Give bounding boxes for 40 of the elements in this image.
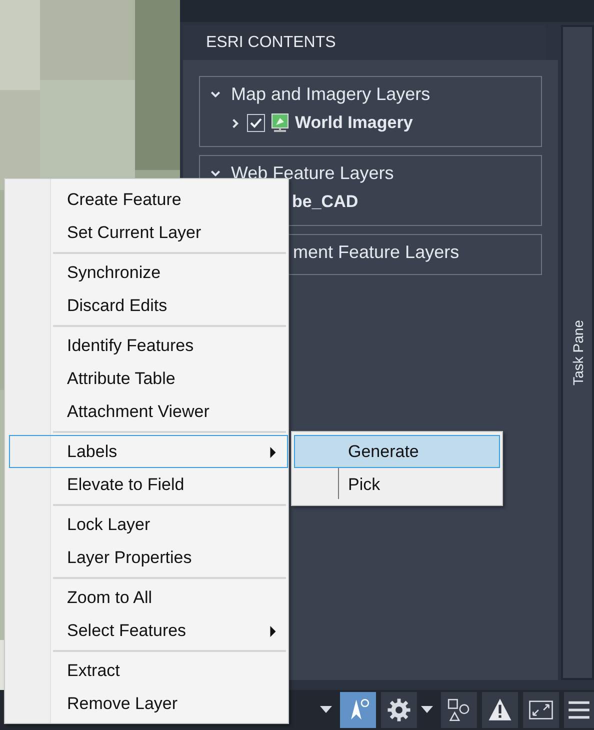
menu-item[interactable]: Zoom to All xyxy=(9,581,287,614)
menu-item[interactable]: Set Current Layer xyxy=(9,216,287,249)
menu-item[interactable]: Pick xyxy=(294,468,500,501)
menu-item[interactable]: Identify Features xyxy=(9,329,287,362)
menu-item[interactable]: Discard Edits xyxy=(9,289,287,322)
menu-button[interactable] xyxy=(564,692,594,728)
menu-item[interactable]: Extract xyxy=(9,654,287,687)
menu-item[interactable]: Remove Layer xyxy=(9,687,287,720)
checkbox[interactable] xyxy=(247,114,265,132)
task-pane-title[interactable]: Task Pane xyxy=(570,320,586,386)
menu-item[interactable]: Attachment Viewer xyxy=(9,395,287,428)
shapes-icon xyxy=(446,697,472,723)
monitor-icon xyxy=(271,113,289,133)
menu-item[interactable]: Lock Layer xyxy=(9,508,287,541)
layer-name[interactable]: World Imagery xyxy=(295,113,413,133)
chevron-icon[interactable] xyxy=(230,118,241,128)
menu-item[interactable]: Layer Properties xyxy=(9,541,287,574)
menu-item[interactable]: Generate xyxy=(294,435,500,468)
menu-item[interactable]: Labels xyxy=(9,435,288,468)
submenu-arrow-icon xyxy=(270,447,276,458)
menu-item[interactable]: Select Features xyxy=(9,614,287,647)
warning-button[interactable] xyxy=(482,692,518,728)
caret-icon xyxy=(421,706,433,714)
group-title[interactable]: Map and Imagery Layers xyxy=(231,84,430,104)
settings-icon xyxy=(386,697,412,723)
shapes-button[interactable] xyxy=(441,692,477,728)
layer-name[interactable]: be_CAD xyxy=(292,192,358,212)
menu-item[interactable]: Elevate to Field xyxy=(9,468,287,501)
caret-icon xyxy=(320,706,332,714)
gear-button[interactable] xyxy=(381,692,417,728)
submenu-arrow-icon xyxy=(270,626,276,637)
menu-item[interactable]: Attribute Table xyxy=(9,362,287,395)
warning-icon xyxy=(487,697,513,723)
fullscreen-button[interactable] xyxy=(523,692,559,728)
menu-item[interactable]: Create Feature xyxy=(9,183,287,216)
chevron-icon[interactable] xyxy=(210,168,221,178)
panel-title: ESRI CONTENTS xyxy=(183,25,546,60)
menu-item[interactable]: Synchronize xyxy=(9,256,287,289)
tracking-button[interactable] xyxy=(340,692,376,728)
chevron-icon[interactable] xyxy=(210,88,221,100)
